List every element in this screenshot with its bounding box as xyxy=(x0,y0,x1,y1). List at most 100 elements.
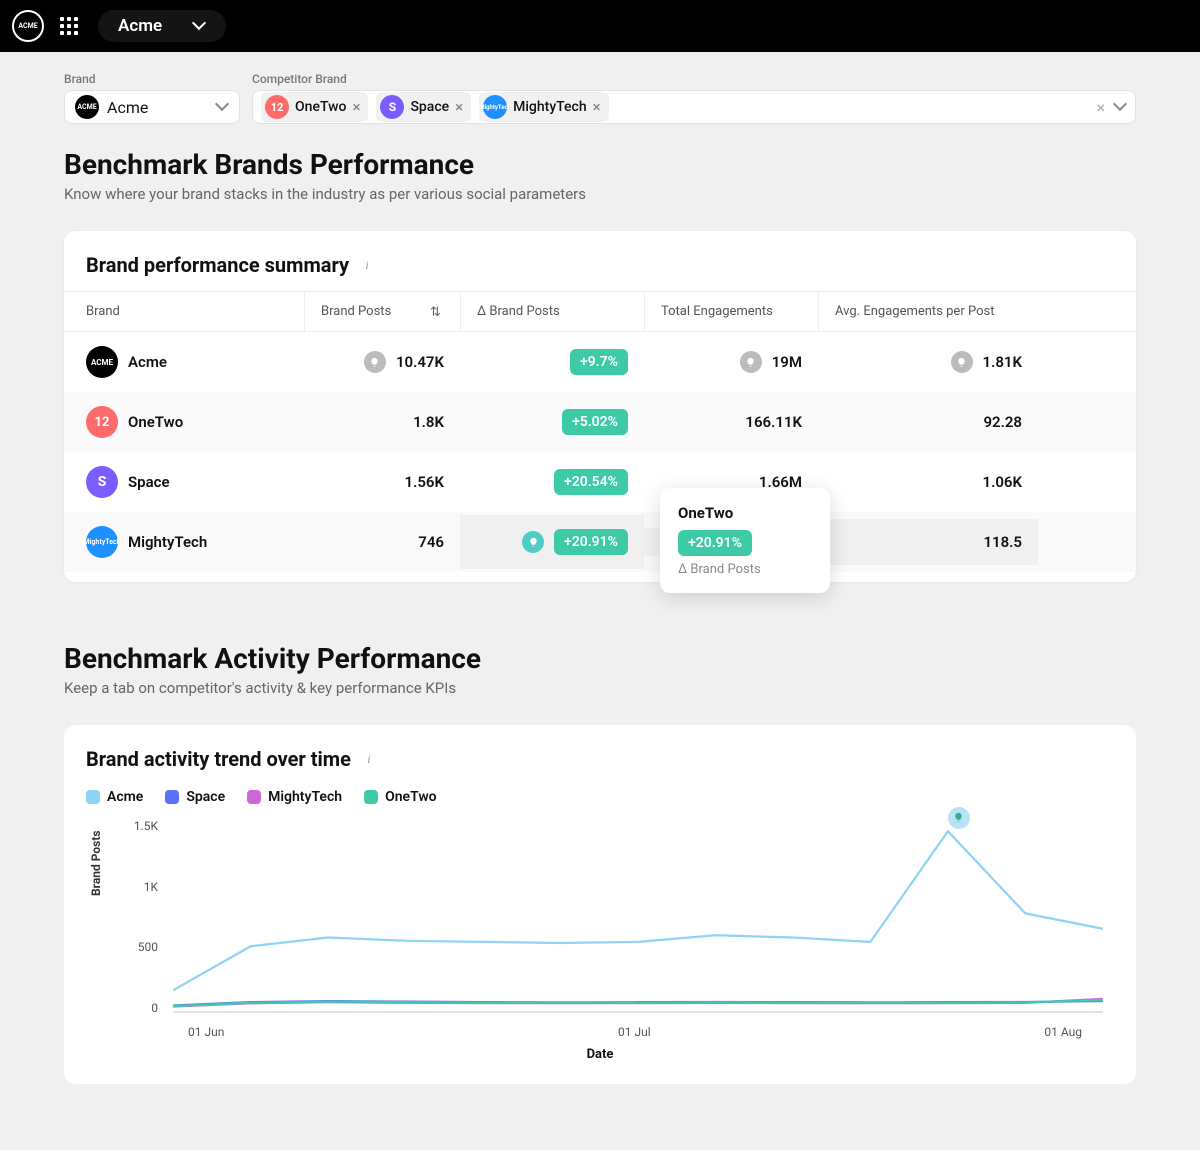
brand-avatar-icon: 12 xyxy=(86,406,118,438)
competitor-chip: 12 OneTwo × xyxy=(261,92,368,122)
avg-value: 118.5 xyxy=(983,533,1022,551)
delta-badge: +20.91% xyxy=(554,529,628,555)
legend-swatch xyxy=(86,790,100,804)
avg-value: 1.81K xyxy=(983,353,1022,371)
summary-card: Brand performance summary i Brand Brand … xyxy=(64,231,1136,582)
remove-chip-icon[interactable]: × xyxy=(352,100,360,115)
brand-avatar-icon: 12 xyxy=(265,95,289,119)
page-subtitle: Know where your brand stacks in the indu… xyxy=(64,185,1136,203)
info-icon[interactable]: i xyxy=(359,257,375,273)
section2-title: Benchmark Activity Performance xyxy=(64,642,1136,675)
y-ticks: 1.5K1K5000 xyxy=(124,819,158,1015)
engagements-value: 166.11K xyxy=(745,413,802,431)
delta-badge: +9.7% xyxy=(570,349,628,375)
peak-insight-icon[interactable] xyxy=(948,807,970,829)
brand-avatar-icon: MightyTech xyxy=(483,95,507,119)
brand-selected: Acme xyxy=(107,98,148,117)
brand-name: MightyTech xyxy=(128,533,207,551)
clear-all-icon[interactable]: × xyxy=(1096,98,1105,117)
legend-label: Space xyxy=(186,789,225,805)
line-chart xyxy=(106,819,1114,1039)
delta-tooltip: OneTwo +20.91% Δ Brand Posts xyxy=(660,488,830,593)
table-row[interactable]: SSpace 1.56K +20.54% 1.66M 1.06K xyxy=(64,452,1136,512)
filter-bar: Brand ACME Acme Competitor Brand 12 OneTw… xyxy=(64,72,1136,124)
chart-area: Brand Posts 1.5K1K5000 01 Jun01 Jul01 Au… xyxy=(106,819,1114,1039)
remove-chip-icon[interactable]: × xyxy=(455,100,463,115)
competitor-multiselect[interactable]: 12 OneTwo × S Space × MightyTech MightyTech × × xyxy=(252,90,1136,124)
col-posts[interactable]: Brand Posts xyxy=(304,292,460,331)
brand-dropdown[interactable]: ACME Acme xyxy=(64,90,240,124)
legend-swatch xyxy=(165,790,179,804)
apps-grid-icon[interactable] xyxy=(60,17,78,35)
brand-name: Space xyxy=(128,473,170,491)
tooltip-delta: +20.91% xyxy=(678,530,752,556)
col-avg: Avg. Engagements per Post xyxy=(818,292,1038,331)
page-title: Benchmark Brands Performance xyxy=(64,148,1136,181)
chart-legend: Acme Space MightyTech OneTwo xyxy=(86,789,1114,805)
posts-value: 1.8K xyxy=(413,413,444,431)
sort-icon[interactable] xyxy=(430,305,444,319)
chevron-down-icon xyxy=(194,20,206,32)
brand-avatar-icon: S xyxy=(380,95,404,119)
competitor-filter-label: Competitor Brand xyxy=(252,72,1136,86)
brand-avatar-icon: MightyTech xyxy=(86,526,118,558)
delta-badge: +5.02% xyxy=(562,409,628,435)
brand-name: OneTwo xyxy=(128,413,183,431)
topbar: ACME Acme xyxy=(0,0,1200,52)
x-axis-label: Date xyxy=(86,1047,1114,1062)
brand-avatar-icon: ACME xyxy=(75,95,99,119)
legend-label: Acme xyxy=(107,789,143,805)
legend-swatch xyxy=(247,790,261,804)
tooltip-sub: Δ Brand Posts xyxy=(678,562,812,577)
workspace-selector[interactable]: Acme xyxy=(98,10,226,42)
insight-bulb-icon[interactable] xyxy=(951,351,973,373)
workspace-name: Acme xyxy=(118,16,162,36)
competitor-chip: MightyTech MightyTech × xyxy=(479,92,609,122)
info-icon[interactable]: i xyxy=(361,751,377,767)
avg-value: 1.06K xyxy=(983,473,1022,491)
chevron-down-icon xyxy=(1115,101,1127,113)
brand-avatar-icon: ACME xyxy=(86,346,118,378)
logo-icon: ACME xyxy=(12,10,44,42)
chip-label: Space xyxy=(410,99,449,115)
chip-label: OneTwo xyxy=(295,99,346,115)
legend-label: OneTwo xyxy=(385,789,437,805)
table-row[interactable]: MightyTech MightyTech 746 +20.91% 118.5 xyxy=(64,512,1136,572)
avg-value: 92.28 xyxy=(983,413,1022,431)
engagements-value: 19M xyxy=(772,353,802,371)
insight-bulb-icon[interactable] xyxy=(740,351,762,373)
section2-subtitle: Keep a tab on competitor's activity & ke… xyxy=(64,679,1136,697)
brand-avatar-icon: S xyxy=(86,466,118,498)
competitor-chip: S Space × xyxy=(376,92,471,122)
legend-swatch xyxy=(364,790,378,804)
insight-bulb-icon[interactable] xyxy=(364,351,386,373)
chevron-down-icon xyxy=(217,101,229,113)
legend-item[interactable]: OneTwo xyxy=(364,789,437,805)
table-row[interactable]: 12 OneTwo 1.8K +5.02% 166.11K 92.28 xyxy=(64,392,1136,452)
x-ticks: 01 Jun01 Jul01 Aug xyxy=(166,1025,1104,1039)
card-title: Brand performance summary xyxy=(86,253,349,277)
brand-name: Acme xyxy=(128,353,167,371)
activity-chart-card: Brand activity trend over time i Acme Spa… xyxy=(64,725,1136,1084)
legend-item[interactable]: MightyTech xyxy=(247,789,342,805)
col-brand: Brand xyxy=(64,292,304,331)
y-axis-label: Brand Posts xyxy=(89,830,103,896)
posts-value: 10.47K xyxy=(396,353,444,371)
tooltip-title: OneTwo xyxy=(678,504,812,522)
col-engagements: Total Engagements xyxy=(644,292,818,331)
legend-label: MightyTech xyxy=(268,789,342,805)
insight-bulb-icon[interactable] xyxy=(522,531,544,553)
brand-filter-label: Brand xyxy=(64,72,240,86)
col-delta: Δ Brand Posts xyxy=(460,292,644,331)
chip-label: MightyTech xyxy=(513,99,587,115)
table-header: Brand Brand Posts Δ Brand Posts Total En… xyxy=(64,291,1136,332)
legend-item[interactable]: Space xyxy=(165,789,225,805)
delta-badge: +20.54% xyxy=(554,469,628,495)
chart-line xyxy=(173,831,1103,990)
remove-chip-icon[interactable]: × xyxy=(593,100,601,115)
posts-value: 746 xyxy=(418,533,444,551)
legend-item[interactable]: Acme xyxy=(86,789,143,805)
chart-title: Brand activity trend over time xyxy=(86,747,351,771)
posts-value: 1.56K xyxy=(405,473,444,491)
table-row[interactable]: ACME Acme 10.47K +9.7% 19M 1.81K xyxy=(64,332,1136,392)
